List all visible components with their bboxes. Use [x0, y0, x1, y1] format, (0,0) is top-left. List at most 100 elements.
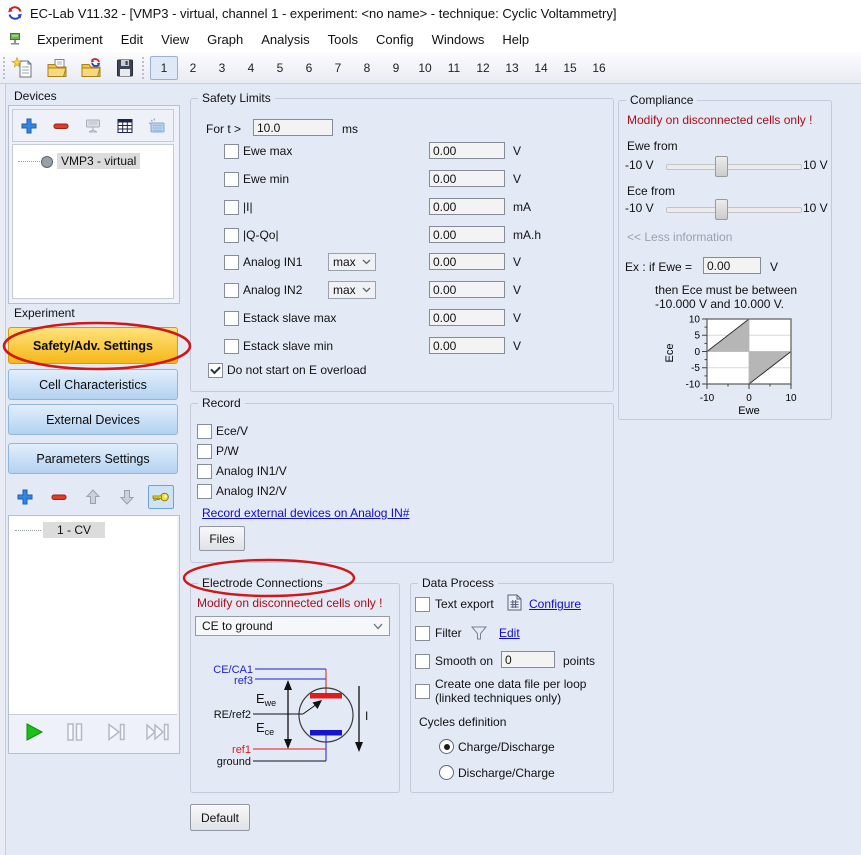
menu-config[interactable]: Config	[367, 28, 423, 51]
remove-device-icon[interactable]	[48, 114, 74, 138]
channel-button-3[interactable]: 3	[208, 56, 236, 80]
device-config-icon[interactable]	[80, 114, 106, 138]
record-pw-checkbox[interactable]	[197, 444, 212, 459]
new-setting-icon[interactable]	[9, 55, 36, 81]
ewe-min-checkbox[interactable]	[224, 172, 239, 187]
cycles-definition-label: Cycles definition	[419, 715, 506, 729]
channel-button-9[interactable]: 9	[382, 56, 410, 80]
section-cell-characteristics[interactable]: Cell Characteristics	[8, 369, 178, 400]
save-icon[interactable]	[111, 55, 138, 81]
pause-icon[interactable]	[63, 720, 87, 747]
ewe-max-field[interactable]: 0.00	[429, 142, 505, 159]
filter-checkbox[interactable]	[415, 626, 430, 641]
current-limit-label: |I|	[243, 200, 253, 214]
technique-item[interactable]: 1 - CV	[9, 522, 175, 538]
less-information-link[interactable]: << Less information	[627, 230, 732, 244]
no-start-overload-checkbox[interactable]	[208, 363, 223, 378]
next-technique-icon[interactable]	[104, 720, 128, 747]
channel-button-11[interactable]: 11	[440, 56, 468, 80]
configure-link[interactable]: Configure	[529, 597, 581, 611]
channel-button-12[interactable]: 12	[469, 56, 497, 80]
estack-max-field[interactable]: 0.00	[429, 309, 505, 326]
channel-button-4[interactable]: 4	[237, 56, 265, 80]
channel-button-8[interactable]: 8	[353, 56, 381, 80]
charge-discharge-radio[interactable]	[439, 739, 454, 754]
estack-max-checkbox[interactable]	[224, 311, 239, 326]
channel-button-7[interactable]: 7	[324, 56, 352, 80]
record-external-link[interactable]: Record external devices on Analog IN#	[202, 506, 409, 520]
section-safety-adv-settings[interactable]: Safety/Adv. Settings	[8, 327, 178, 364]
text-export-checkbox[interactable]	[415, 597, 430, 612]
for-t-field[interactable]: 10.0	[253, 119, 333, 136]
analog-in2-field[interactable]: 0.00	[429, 281, 505, 298]
charge-limit-field[interactable]: 0.00	[429, 226, 505, 243]
virtual-device-icon[interactable]	[144, 114, 170, 138]
analog-in1-select[interactable]: max	[328, 253, 376, 271]
smooth-field[interactable]: 0	[501, 651, 555, 668]
ewe-slider-thumb[interactable]	[715, 156, 728, 177]
discharge-charge-radio[interactable]	[439, 765, 454, 780]
channel-button-14[interactable]: 14	[527, 56, 555, 80]
move-up-icon[interactable]	[80, 485, 106, 509]
filter-edit-link[interactable]: Edit	[499, 626, 520, 640]
menu-edit[interactable]: Edit	[112, 28, 152, 51]
record-ece-checkbox[interactable]	[197, 424, 212, 439]
open-folder-icon[interactable]	[43, 55, 70, 81]
smooth-checkbox[interactable]	[415, 654, 430, 669]
move-down-icon[interactable]	[114, 485, 140, 509]
files-button[interactable]: Files	[199, 526, 245, 551]
menu-windows[interactable]: Windows	[423, 28, 494, 51]
channel-button-10[interactable]: 10	[411, 56, 439, 80]
ece-slider-track[interactable]	[666, 207, 802, 213]
go-to-end-icon[interactable]	[145, 720, 173, 747]
analog-in1-field[interactable]: 0.00	[429, 253, 505, 270]
channel-grid-icon[interactable]	[112, 114, 138, 138]
connection-select[interactable]: CE to ground	[195, 616, 390, 636]
add-technique-icon[interactable]	[12, 485, 38, 509]
record-analog-in2-checkbox[interactable]	[197, 484, 212, 499]
channel-button-2[interactable]: 2	[179, 56, 207, 80]
ewe-max-checkbox[interactable]	[224, 144, 239, 159]
charge-limit-checkbox[interactable]	[224, 228, 239, 243]
estack-min-field[interactable]: 0.00	[429, 337, 505, 354]
device-item-label[interactable]: VMP3 - virtual	[57, 153, 140, 169]
menu-experiment[interactable]: Experiment	[28, 28, 112, 51]
technique-item-label[interactable]: 1 - CV	[43, 522, 105, 538]
menu-help[interactable]: Help	[493, 28, 538, 51]
current-limit-checkbox[interactable]	[224, 200, 239, 215]
ewe-slider-track[interactable]	[666, 164, 802, 170]
estack-min-checkbox[interactable]	[224, 339, 239, 354]
example-ewe-field[interactable]: 0.00	[703, 257, 761, 274]
channel-button-6[interactable]: 6	[295, 56, 323, 80]
channel-button-1[interactable]: 1	[150, 56, 178, 80]
remove-technique-icon[interactable]	[46, 485, 72, 509]
record-analog-in2-label: Analog IN2/V	[216, 484, 287, 498]
menu-view[interactable]: View	[152, 28, 198, 51]
menu-analysis[interactable]: Analysis	[252, 28, 318, 51]
analog-in1-checkbox[interactable]	[224, 255, 239, 270]
modify-key-icon[interactable]	[148, 485, 174, 509]
left-splitter[interactable]	[0, 84, 6, 855]
menu-tools[interactable]: Tools	[319, 28, 367, 51]
analog-in2-select[interactable]: max	[328, 281, 376, 299]
current-limit-field[interactable]: 0.00	[429, 198, 505, 215]
channel-button-16[interactable]: 16	[585, 56, 613, 80]
ewe-min-field[interactable]: 0.00	[429, 170, 505, 187]
ece-slider-thumb[interactable]	[715, 199, 728, 220]
default-button[interactable]: Default	[190, 804, 250, 831]
section-parameters-settings[interactable]: Parameters Settings	[8, 443, 178, 474]
channel-button-13[interactable]: 13	[498, 56, 526, 80]
channel-button-5[interactable]: 5	[266, 56, 294, 80]
section-external-devices[interactable]: External Devices	[8, 404, 178, 435]
record-analog-in1-checkbox[interactable]	[197, 464, 212, 479]
play-icon[interactable]	[22, 720, 46, 747]
add-device-icon[interactable]	[16, 114, 42, 138]
analog-in2-checkbox[interactable]	[224, 283, 239, 298]
device-tree-item[interactable]: VMP3 - virtual	[13, 153, 173, 169]
channel-button-15[interactable]: 15	[556, 56, 584, 80]
menu-graph[interactable]: Graph	[198, 28, 252, 51]
open-experiment-icon[interactable]	[77, 55, 104, 81]
tree-connector	[15, 530, 41, 531]
per-loop-checkbox[interactable]	[415, 684, 430, 699]
devices-label: Devices	[14, 89, 57, 103]
